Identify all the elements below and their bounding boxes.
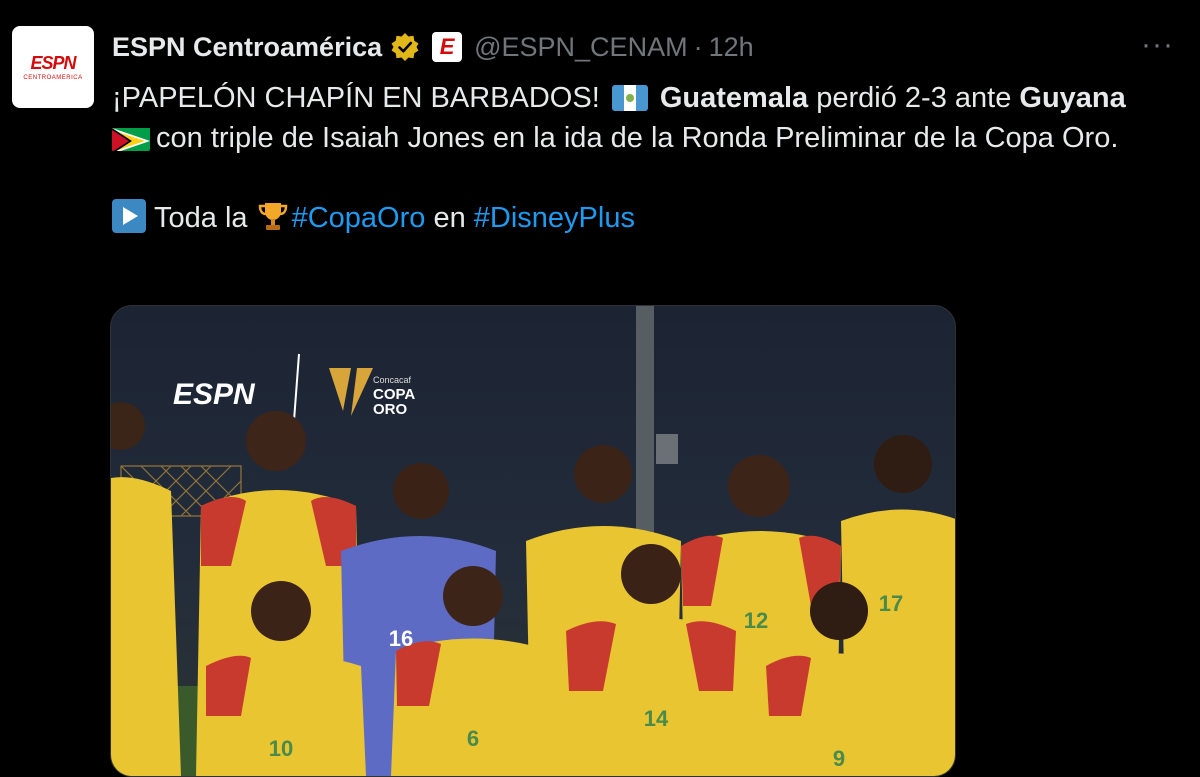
- verified-gold-badge-icon[interactable]: [390, 32, 420, 62]
- tweet-description: con triple de Isaiah Jones en la ida de …: [156, 122, 1119, 154]
- jersey-number: 9: [833, 746, 845, 771]
- affiliate-badge-letter: E: [439, 34, 455, 59]
- guyana-flag-icon: [112, 125, 150, 151]
- jersey-number: 16: [389, 626, 413, 651]
- tweet-card[interactable]: ESPN CENTROAMERICA ESPN Centroamérica E …: [0, 0, 1200, 777]
- jersey-number: 10: [269, 736, 293, 761]
- tweet-result: perdió 2-3 ante: [816, 82, 1012, 114]
- tweet-media-photo[interactable]: ESPN Concacaf COPA ORO 16 17 12 10 6 14 …: [110, 305, 956, 777]
- jersey-number: 12: [744, 608, 768, 633]
- floodlight-pole: [636, 306, 654, 536]
- espn-logo: ESPN: [173, 378, 256, 411]
- jersey-number: 6: [467, 726, 479, 751]
- affiliate-badge[interactable]: E: [432, 32, 463, 62]
- copa-oro-logo-icon: [329, 368, 373, 416]
- account-handle[interactable]: @ESPN_CENAM: [474, 32, 687, 63]
- tweet-text: ¡PAPELÓN CHAPÍN EN BARBADOS! Guatemala p…: [112, 78, 1152, 238]
- team-photo-illustration: ESPN Concacaf COPA ORO 16171210 6149: [111, 306, 955, 776]
- hashtag-disneyplus[interactable]: #DisneyPlus: [474, 202, 635, 234]
- team-guyana: Guyana: [1019, 82, 1126, 114]
- jersey-number: 14: [644, 706, 669, 731]
- tweet-headline: ¡PAPELÓN CHAPÍN EN BARBADOS!: [112, 82, 600, 114]
- jersey-number: 17: [879, 591, 903, 616]
- floodlight-box: [656, 434, 678, 464]
- hashtag-copaoro[interactable]: #CopaOro: [292, 202, 426, 234]
- trophy-icon: [256, 199, 290, 233]
- tweet-header: ESPN Centroamérica E @ESPN_CENAM · 12h: [112, 30, 754, 64]
- avatar[interactable]: ESPN CENTROAMERICA: [12, 26, 94, 108]
- cta-prefix: Toda la: [154, 202, 248, 234]
- tweet-timestamp[interactable]: 12h: [709, 32, 754, 63]
- more-dots-icon[interactable]: ···: [1141, 28, 1174, 62]
- header-separator: ·: [693, 31, 703, 62]
- account-name[interactable]: ESPN Centroamérica: [112, 32, 382, 63]
- cta-connector: en: [433, 202, 466, 234]
- copa-oro-small: Concacaf: [373, 375, 412, 385]
- team-guatemala: Guatemala: [659, 82, 809, 114]
- play-button-icon: [112, 199, 146, 233]
- avatar-logo: ESPN: [30, 53, 76, 73]
- copa-oro-word2: ORO: [373, 401, 408, 418]
- guatemala-flag-icon: [611, 85, 648, 111]
- avatar-subtitle: CENTROAMERICA: [23, 75, 83, 81]
